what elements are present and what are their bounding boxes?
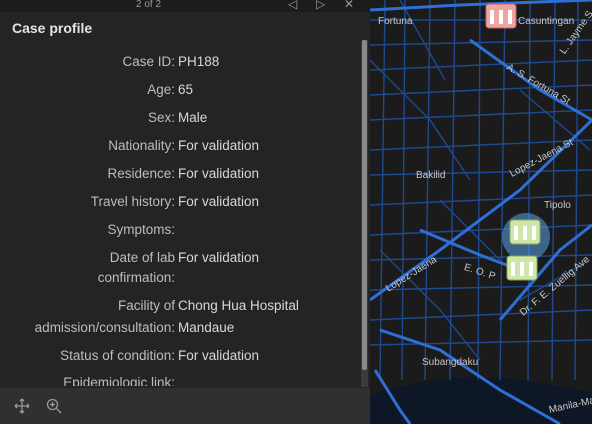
field-label: Symptoms: xyxy=(107,222,175,237)
hospital-marker-icon[interactable] xyxy=(485,3,517,29)
field-value: Mandaue xyxy=(178,320,235,335)
field-label: Epidemiologic link: xyxy=(63,375,175,386)
field-list: Case ID: PH188 Age: 65 Sex: Male Nationa… xyxy=(8,40,360,386)
field-value: Chong Hua Hospital xyxy=(178,298,299,313)
case-profile-popup: 2 of 2 ◁ ▷ ✕ Case profile Case ID: PH188… xyxy=(0,0,370,424)
popup-footer xyxy=(0,388,370,424)
field-label: Facility of xyxy=(117,298,175,313)
popup-scrollbar-thumb[interactable] xyxy=(362,40,367,370)
map-label: Tipolo xyxy=(544,200,571,211)
field-label: Residence: xyxy=(107,166,175,181)
field-label: Age: xyxy=(147,82,175,97)
map-label: Subangdaku xyxy=(422,357,479,368)
field-label: Travel history: xyxy=(90,194,175,209)
field-label: confirmation: xyxy=(97,270,175,285)
chevron-left-icon[interactable]: ◁ xyxy=(288,0,297,11)
field-value: For validation xyxy=(178,138,260,153)
field-label: Date of lab xyxy=(109,250,175,265)
field-value: For validation xyxy=(178,194,260,209)
map-label: Fortuna xyxy=(378,16,413,27)
pager-count: 2 of 2 xyxy=(136,0,162,10)
field-value: For validation xyxy=(178,166,260,181)
popup-title: Case profile xyxy=(12,20,93,36)
field-value: For validation xyxy=(178,348,260,363)
pan-move-icon[interactable] xyxy=(14,398,30,414)
field-value: For validation xyxy=(178,250,260,265)
field-label: Status of condition: xyxy=(60,348,175,363)
zoom-in-icon[interactable] xyxy=(46,398,62,414)
map-label: Bakilid xyxy=(416,170,446,181)
field-label: Sex: xyxy=(147,110,175,125)
field-label: admission/consultation: xyxy=(34,320,175,335)
close-icon[interactable]: ✕ xyxy=(344,0,354,11)
popup-pager: 2 of 2 ◁ ▷ ✕ xyxy=(0,0,370,12)
map-label: Casuntingan xyxy=(518,16,575,27)
hospital-marker-icon[interactable] xyxy=(509,219,541,245)
field-value: 65 xyxy=(178,82,194,97)
hospital-marker-icon[interactable] xyxy=(506,255,538,281)
field-label: Nationality: xyxy=(108,138,175,153)
chevron-right-icon[interactable]: ▷ xyxy=(316,0,325,11)
field-value: Male xyxy=(178,110,208,125)
field-value: PH188 xyxy=(178,54,220,69)
field-label: Case ID: xyxy=(122,54,175,69)
